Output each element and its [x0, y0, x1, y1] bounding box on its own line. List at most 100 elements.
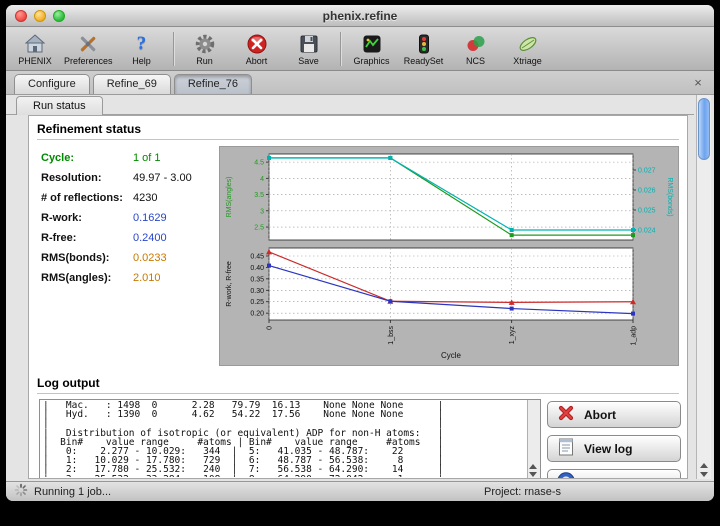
abort-red-x-icon [556, 403, 576, 426]
toolbar-label: Abort [246, 56, 268, 66]
svg-text:RMS(angles): RMS(angles) [226, 177, 233, 218]
log-output-textarea[interactable]: | Mac. : 1498 0 2.28 79.79 16.13 None No… [39, 399, 541, 479]
save-floppy-icon [298, 31, 320, 55]
scroll-down-arrow-icon[interactable] [700, 472, 708, 477]
toolbar-graphics-button[interactable]: Graphics [349, 28, 395, 70]
help-question-icon: ? [137, 31, 147, 55]
toolbar-label: Save [298, 56, 319, 66]
scroll-up-arrow-icon[interactable] [700, 463, 708, 468]
tab-refine-69[interactable]: Refine_69 [93, 74, 171, 94]
tab-configure[interactable]: Configure [14, 74, 90, 94]
svg-text:0.40: 0.40 [250, 265, 264, 272]
toolbar-label: Run [196, 56, 213, 66]
svg-text:0.45: 0.45 [250, 254, 264, 261]
view-log-document-icon [556, 437, 576, 460]
toolbar-xtriage-button[interactable]: Xtriage [505, 28, 551, 70]
svg-text:4: 4 [260, 176, 264, 183]
svg-text:1_xyz: 1_xyz [509, 326, 516, 345]
progress-spinner-icon [14, 483, 28, 500]
vertical-scroll-thumb[interactable] [698, 98, 710, 160]
log-output-text: | Mac. : 1498 0 2.28 79.79 16.13 None No… [43, 401, 526, 477]
toolbar-save-button[interactable]: Save [286, 28, 332, 70]
svg-text:0.025: 0.025 [638, 208, 656, 215]
phenix-refine-window: phenix.refine PHENIX Preferences [6, 5, 714, 501]
svg-text:RMS(bonds): RMS(bonds) [666, 177, 673, 216]
zoom-window-button[interactable] [53, 10, 65, 22]
toolbar-label: Help [132, 56, 151, 66]
show-graphics-button[interactable]: Show graphics [547, 469, 681, 479]
stat-reflections: # of reflections: 4230 [41, 192, 211, 204]
toolbar-readyset-button[interactable]: ReadySet [401, 28, 447, 70]
svg-text:1_adp: 1_adp [631, 326, 638, 346]
log-output-heading: Log output [37, 372, 679, 394]
stat-cycle: Cycle: 1 of 1 [41, 152, 211, 164]
minimize-window-button[interactable] [34, 10, 46, 22]
toolbar-label: Graphics [354, 56, 390, 66]
log-horizontal-scrollbar[interactable] [40, 478, 527, 479]
graphics-icon [361, 31, 383, 55]
svg-text:0.20: 0.20 [250, 311, 264, 318]
log-vertical-scrollbar[interactable] [527, 400, 540, 478]
content-area: Run status Refinement status Cycle: 1 of… [6, 95, 714, 481]
log-output-row: | Mac. : 1498 0 2.28 79.79 16.13 None No… [29, 394, 687, 479]
svg-text:Cycle: Cycle [441, 351, 462, 360]
subtab-bar: Run status [6, 95, 694, 115]
action-buttons: Abort View log [547, 399, 681, 479]
svg-text:0: 0 [267, 326, 274, 330]
svg-text:3.5: 3.5 [254, 192, 264, 199]
toolbar: PHENIX Preferences ? Help [6, 27, 714, 71]
chart-svg: 2.5 3 3.5 4 4.5 0.024 0.025 0.026 0.027 RMS(angle… [221, 148, 677, 364]
refinement-status-row: Cycle: 1 of 1 Resolution: 49.97 - 3.00 #… [29, 140, 687, 370]
toolbar-abort-button[interactable]: Abort [234, 28, 280, 70]
svg-text:0.024: 0.024 [638, 228, 656, 235]
status-message: Running 1 job... [34, 486, 111, 498]
stat-rms-angles: RMS(angles): 2.010 [41, 272, 211, 284]
stat-r-free: R-free: 0.2400 [41, 232, 211, 244]
titlebar[interactable]: phenix.refine [6, 5, 714, 27]
svg-text:0.026: 0.026 [638, 188, 656, 195]
toolbar-preferences-button[interactable]: Preferences [64, 28, 113, 70]
svg-text:0.027: 0.027 [638, 168, 656, 175]
svg-text:0.30: 0.30 [250, 288, 264, 295]
subtab-run-status[interactable]: Run status [16, 96, 103, 115]
preferences-tools-icon [77, 31, 99, 55]
refinement-stats: Cycle: 1 of 1 Resolution: 49.97 - 3.00 #… [41, 146, 211, 366]
toolbar-ncs-button[interactable]: NCS [453, 28, 499, 70]
status-bar: Running 1 job... Project: rnase-s [6, 481, 714, 501]
svg-text:2.5: 2.5 [254, 225, 264, 232]
run-gear-icon [194, 31, 216, 55]
toolbar-label: NCS [466, 56, 485, 66]
toolbar-label: Xtriage [513, 56, 542, 66]
scroll-up-arrow-icon[interactable] [529, 464, 537, 469]
toolbar-label: PHENIX [18, 56, 52, 66]
readyset-traffic-light-icon [413, 31, 435, 55]
run-status-panel: Refinement status Cycle: 1 of 1 Resoluti… [28, 115, 688, 479]
svg-text:1_bss: 1_bss [388, 326, 395, 345]
stat-resolution: Resolution: 49.97 - 3.00 [41, 172, 211, 184]
toolbar-label: Preferences [64, 56, 113, 66]
refinement-progress-chart: 2.5 3 3.5 4 4.5 0.024 0.025 0.026 0.027 RMS(angle… [219, 146, 679, 366]
screen: phenix.refine PHENIX Preferences [0, 0, 720, 526]
view-log-button[interactable]: View log [547, 435, 681, 462]
svg-text:R-work, R-free: R-work, R-free [226, 261, 233, 307]
tab-refine-76[interactable]: Refine_76 [174, 74, 252, 94]
abort-red-x-icon [246, 31, 268, 55]
close-window-button[interactable] [15, 10, 27, 22]
xtriage-icon [517, 31, 539, 55]
svg-text:3: 3 [260, 208, 264, 215]
scroll-down-arrow-icon[interactable] [529, 472, 537, 477]
abort-button[interactable]: Abort [547, 401, 681, 428]
tab-close-button[interactable]: × [690, 75, 706, 91]
svg-text:4.5: 4.5 [254, 160, 264, 167]
svg-text:0.35: 0.35 [250, 276, 264, 283]
toolbar-separator [340, 32, 341, 66]
toolbar-help-button[interactable]: ? Help [119, 28, 165, 70]
content-vertical-scrollbar[interactable] [696, 95, 711, 479]
toolbar-phenix-button[interactable]: PHENIX [12, 28, 58, 70]
stat-r-work: R-work: 0.1629 [41, 212, 211, 224]
stat-rms-bonds: RMS(bonds): 0.0233 [41, 252, 211, 264]
status-project-label: Project: rnase-s [484, 486, 561, 498]
toolbar-separator [173, 32, 174, 66]
show-graphics-icon [556, 471, 576, 479]
toolbar-run-button[interactable]: Run [182, 28, 228, 70]
